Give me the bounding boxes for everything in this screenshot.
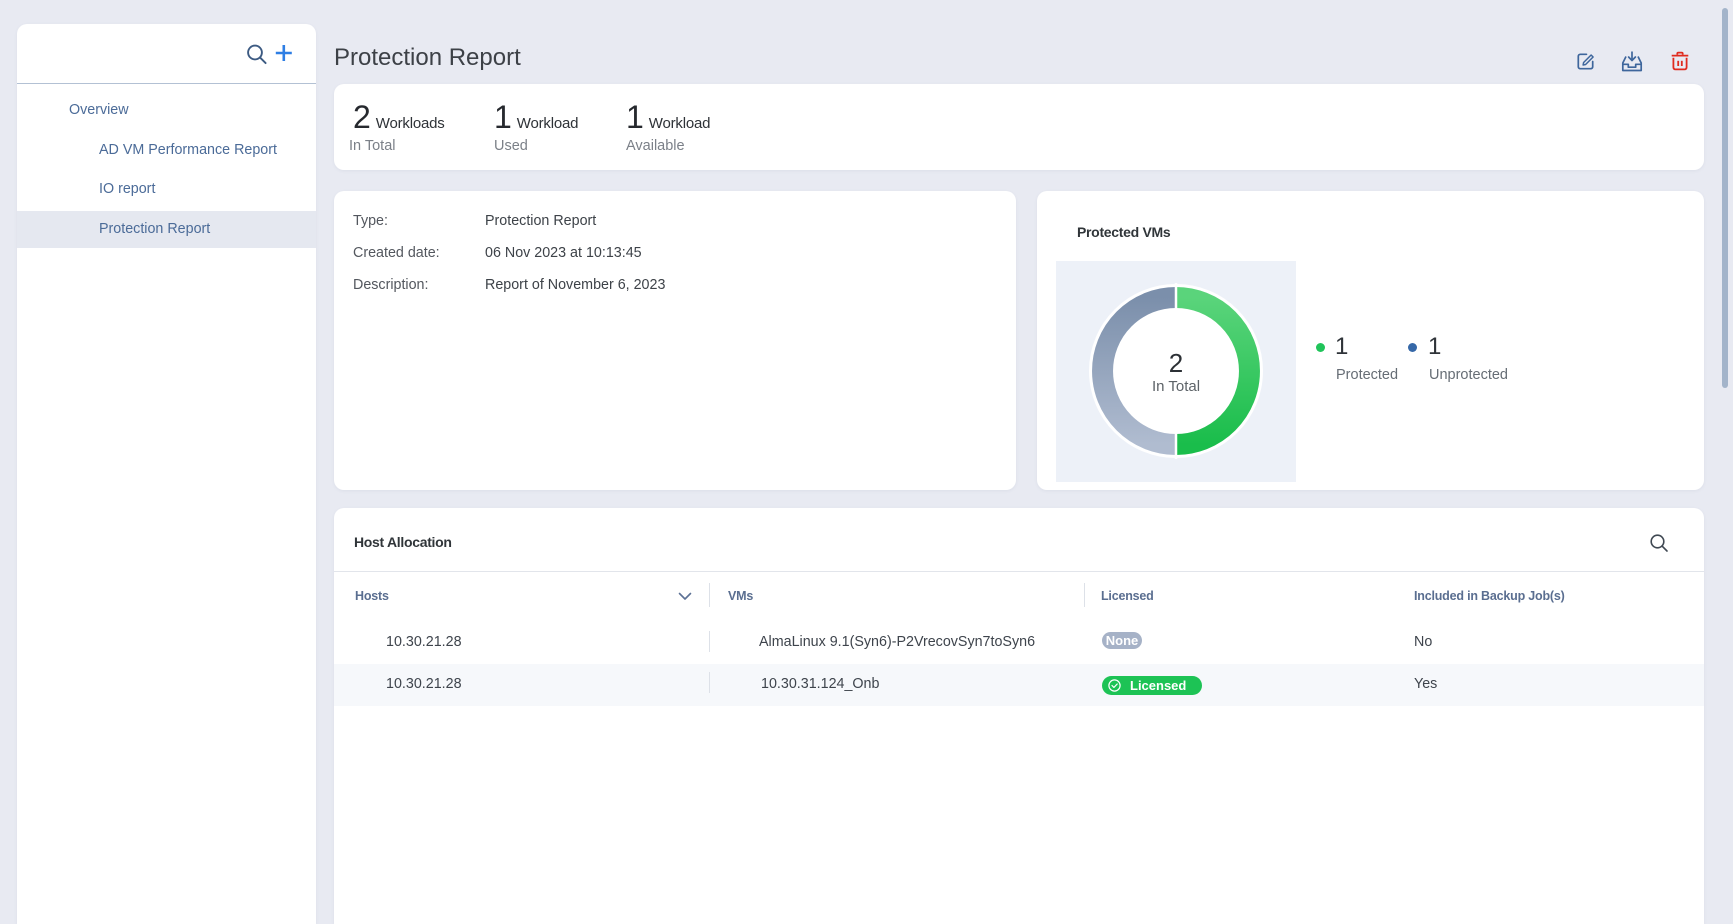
svg-text:2: 2 <box>1169 348 1183 378</box>
